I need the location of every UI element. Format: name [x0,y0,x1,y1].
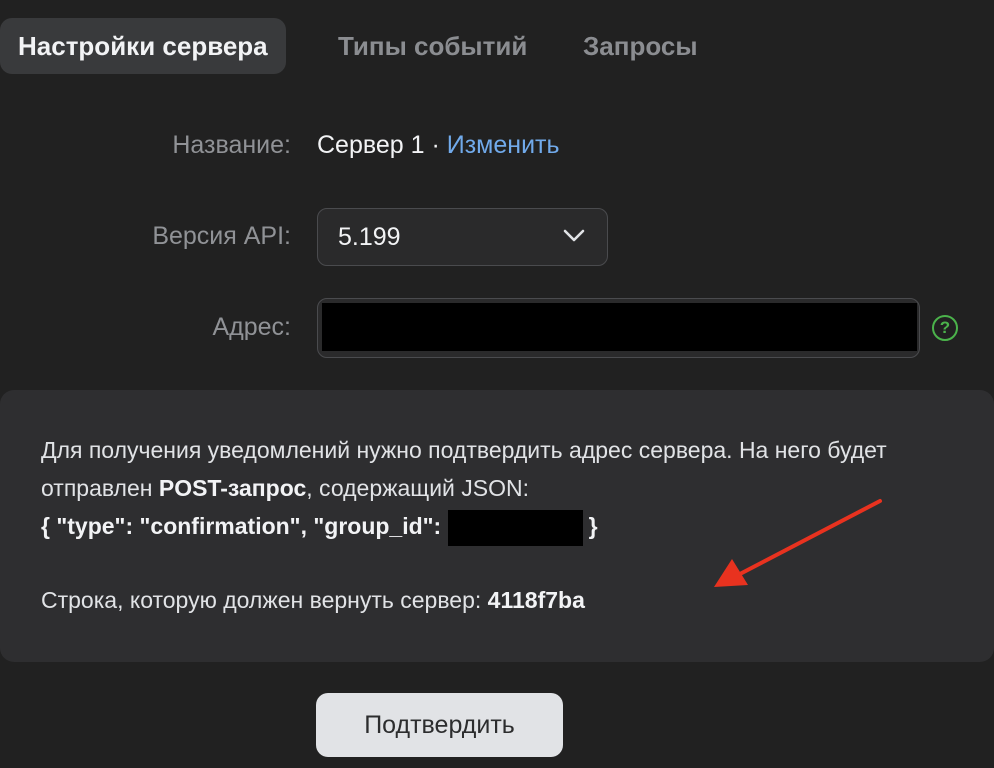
chevron-down-icon [563,229,585,242]
edit-name-link[interactable]: Изменить [447,131,560,159]
tab-requests[interactable]: Запросы [583,18,698,74]
instructions-tail: , содержащий JSON: [306,475,530,501]
api-version-value: 5.199 [338,223,401,251]
api-version-select[interactable]: 5.199 [317,208,608,266]
address-label: Адрес: [212,313,291,341]
json-example: { "type": "confirmation", "group_id": } [41,509,598,546]
redacted-group-id [447,509,583,546]
json-prefix: { "type": "confirmation", "group_id": [41,513,448,539]
post-request-label: POST-запрос [158,475,307,501]
server-name: Сервер 1 · Изменить [317,131,560,160]
json-suffix: } [588,513,598,539]
expected-response: Строка, которую должен вернуть сервер: 4… [41,587,585,614]
name-label: Название: [172,131,291,159]
tab-server-settings[interactable]: Настройки сервера [0,18,286,74]
response-label: Строка, которую должен вернуть сервер: [41,587,488,613]
api-version-label: Версия API: [152,222,291,250]
tab-bar: Настройки сервера Типы событий Запросы [0,18,994,74]
name-separator: · [424,131,447,159]
confirmation-code: 4118f7ba [487,587,585,613]
confirm-button[interactable]: Подтвердить [316,693,563,757]
server-name-value: Сервер 1 [317,131,425,159]
tab-event-types[interactable]: Типы событий [338,18,527,74]
annotation-arrow [714,499,882,587]
address-input[interactable] [317,298,920,358]
question-circle-icon[interactable]: ? [932,315,958,341]
redacted-address [322,303,917,351]
